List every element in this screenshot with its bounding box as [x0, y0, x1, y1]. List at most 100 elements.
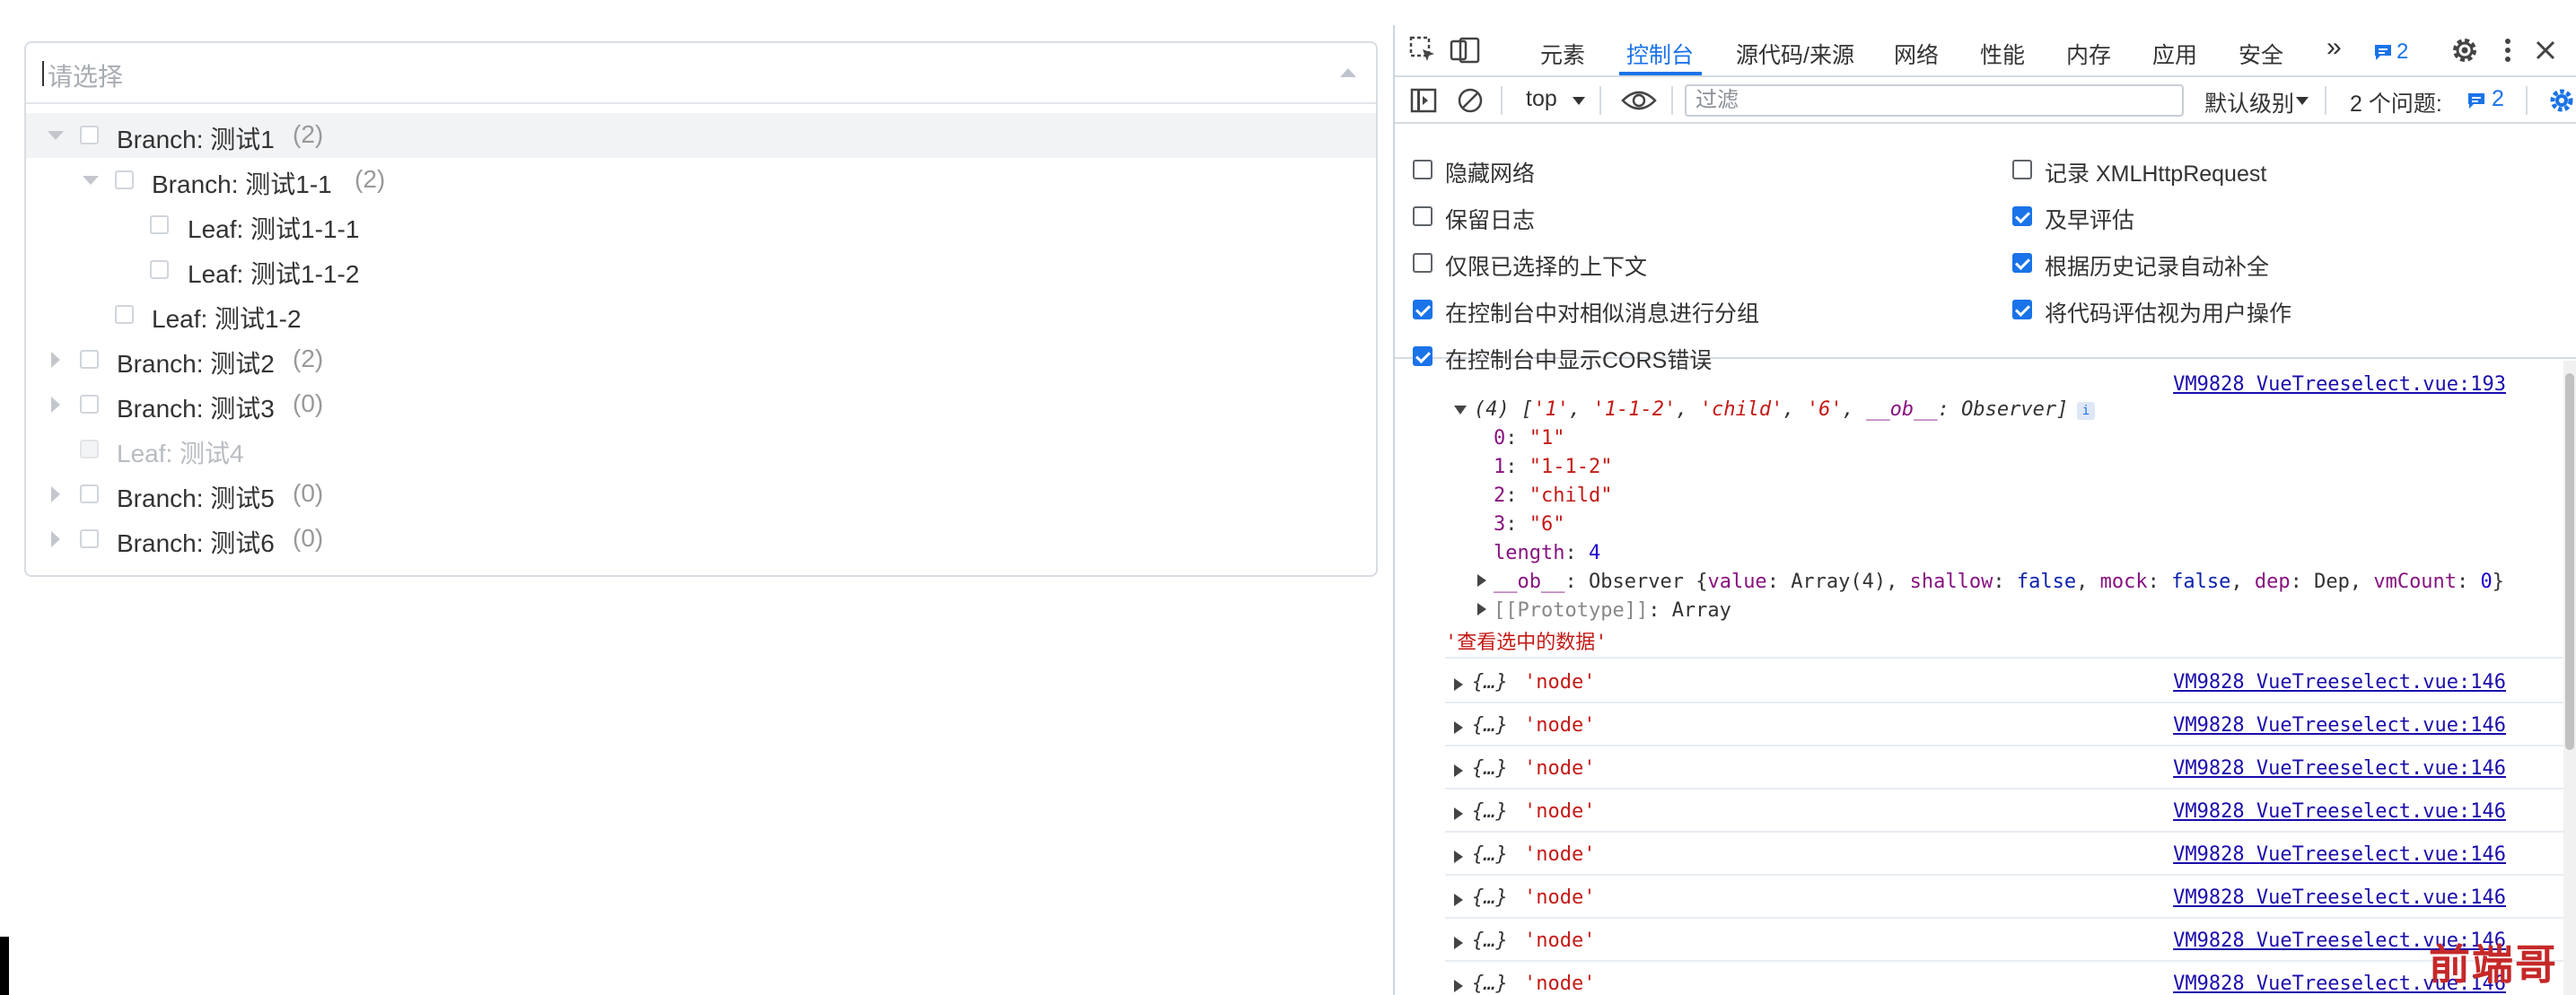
more-options-icon[interactable] — [2492, 34, 2524, 66]
option-checkbox[interactable] — [115, 305, 134, 324]
option-label: Leaf: 测试4 — [117, 440, 244, 467]
prototype-entry[interactable]: [[Prototype]]: Array — [1494, 599, 1731, 622]
level-dropdown-icon[interactable] — [2296, 97, 2309, 105]
option-label: Branch: 测试1 — [117, 126, 275, 153]
tab-security[interactable]: 安全 — [2239, 38, 2283, 70]
console-scrollbar-thumb[interactable] — [2565, 373, 2574, 750]
setting-checkbox-checked[interactable] — [1413, 300, 1433, 319]
tab-performance[interactable]: 性能 — [1980, 38, 2025, 70]
setting-checkbox-checked[interactable] — [2012, 300, 2032, 319]
setting-checkbox[interactable] — [1413, 160, 1433, 179]
issues-message-icon[interactable] — [2373, 43, 2393, 61]
console-settings-panel: 隐藏网络 保留日志 仅限已选择的上下文 在控制台中对相似消息进行分组 在控制台中… — [1395, 124, 2576, 373]
tab-memory[interactable]: 内存 — [2066, 38, 2111, 70]
settings-gear-icon[interactable] — [2449, 34, 2481, 66]
tree-option[interactable]: Leaf: 测试1-2 — [26, 292, 1376, 337]
option-count: (2) — [293, 345, 324, 372]
issues-count[interactable]: 2 — [2492, 86, 2504, 112]
tree-option[interactable]: Branch: 测试5 (0) — [26, 472, 1376, 517]
issues-message-icon[interactable] — [2466, 92, 2486, 109]
setting-checkbox[interactable] — [1413, 253, 1433, 273]
expand-toggle-icon[interactable] — [51, 352, 60, 368]
vue-treeselect[interactable]: 请选择 Branch: 测试1 (2) Branch: 测试1-1 (2) Le… — [24, 41, 1378, 577]
info-icon[interactable]: i — [2077, 402, 2095, 420]
tree-option[interactable]: Branch: 测试1-1 (2) — [26, 158, 1376, 203]
expand-toggle-icon[interactable] — [1454, 937, 1463, 949]
source-link[interactable]: VM9828 VueTreeselect.vue:193 — [2173, 373, 2506, 396]
option-checkbox[interactable] — [80, 395, 99, 414]
expand-toggle-icon[interactable] — [1454, 721, 1463, 734]
expand-toggle-icon[interactable] — [51, 397, 60, 413]
log-object[interactable]: {…} — [1472, 843, 1508, 866]
setting-checkbox-checked[interactable] — [2012, 253, 2032, 273]
log-object[interactable]: {…} — [1472, 757, 1508, 780]
clear-console-icon[interactable] — [1456, 86, 1485, 115]
live-expression-eye-icon[interactable] — [1621, 88, 1657, 113]
sidebar-toggle-icon[interactable] — [1409, 86, 1438, 115]
expand-toggle-icon[interactable] — [1454, 851, 1463, 863]
tree-option[interactable]: Leaf: 测试1-1-1 — [26, 203, 1376, 248]
tree-option[interactable]: Branch: 测试6 (0) — [26, 517, 1376, 562]
expand-toggle-icon[interactable] — [1454, 980, 1463, 992]
expand-toggle-icon[interactable] — [1454, 807, 1463, 820]
log-text: 'node' — [1524, 843, 1596, 866]
source-link[interactable]: VM9828 VueTreeselect.vue:146 — [2173, 843, 2506, 866]
issues-label[interactable]: 2 个问题: — [2350, 86, 2442, 118]
tab-network[interactable]: 网络 — [1894, 38, 1939, 70]
source-link[interactable]: VM9828 VueTreeselect.vue:146 — [2173, 757, 2506, 780]
expand-toggle-icon[interactable] — [1477, 574, 1486, 587]
device-toolbar-icon[interactable] — [1449, 34, 1481, 66]
collapse-toggle-icon[interactable] — [48, 131, 64, 140]
option-checkbox[interactable] — [150, 215, 169, 234]
context-dropdown-icon[interactable] — [1573, 97, 1585, 105]
expand-toggle-icon[interactable] — [51, 486, 60, 502]
inspect-element-icon[interactable] — [1407, 34, 1440, 66]
setting-checkbox[interactable] — [2012, 160, 2032, 179]
log-object[interactable]: {…} — [1472, 930, 1508, 952]
context-selector[interactable]: top — [1526, 86, 1557, 112]
source-link[interactable]: VM9828 VueTreeselect.vue:146 — [2173, 886, 2506, 909]
tree-option[interactable]: Branch: 测试2 (2) — [26, 337, 1376, 382]
tab-console[interactable]: 控制台 — [1626, 38, 1694, 70]
tree-option[interactable]: Leaf: 测试1-1-2 — [26, 248, 1376, 292]
expand-toggle-icon[interactable] — [1477, 603, 1486, 615]
log-level-dropdown[interactable]: 默认级别 — [2204, 86, 2294, 118]
log-object[interactable]: {…} — [1472, 671, 1508, 694]
expand-toggle-icon[interactable] — [1454, 764, 1463, 777]
tab-elements[interactable]: 元素 — [1540, 38, 1585, 70]
tree-option[interactable]: Branch: 测试1 (2) — [26, 113, 1376, 158]
tree-option[interactable]: Branch: 测试3 (0) — [26, 382, 1376, 427]
array-summary[interactable]: (4) ['1', '1-1-2', 'child', '6', __ob__:… — [1474, 398, 2068, 421]
source-link[interactable]: VM9828 VueTreeselect.vue:146 — [2173, 800, 2506, 823]
observer-summary[interactable]: __ob__: Observer {value: Array(4), shall… — [1494, 571, 2504, 593]
more-tabs-icon[interactable]: » — [2326, 32, 2342, 63]
expand-toggle-icon[interactable] — [1454, 678, 1463, 691]
option-checkbox[interactable] — [150, 260, 169, 279]
source-link[interactable]: VM9828 VueTreeselect.vue:146 — [2173, 671, 2506, 694]
log-object[interactable]: {…} — [1472, 973, 1508, 995]
setting-checkbox-checked[interactable] — [2012, 206, 2032, 226]
expand-toggle-icon[interactable] — [1454, 406, 1467, 415]
log-object[interactable]: {…} — [1472, 886, 1508, 909]
option-checkbox[interactable] — [80, 484, 99, 503]
tab-sources[interactable]: 源代码/来源 — [1736, 38, 1854, 70]
console-settings-gear-icon[interactable] — [2547, 86, 2576, 115]
tab-application[interactable]: 应用 — [2152, 38, 2197, 70]
console-filter-input[interactable] — [1685, 84, 2184, 117]
collapse-arrow-icon[interactable] — [1340, 68, 1356, 77]
option-checkbox[interactable] — [80, 529, 99, 548]
collapse-toggle-icon[interactable] — [83, 176, 99, 185]
source-link[interactable]: VM9828 VueTreeselect.vue:146 — [2173, 714, 2506, 737]
expand-toggle-icon[interactable] — [51, 531, 60, 547]
option-checkbox[interactable] — [80, 126, 99, 144]
option-checkbox[interactable] — [115, 170, 134, 189]
log-object[interactable]: {…} — [1472, 800, 1508, 823]
issues-count-badge[interactable]: 2 — [2396, 39, 2408, 65]
tree-option-disabled: Leaf: 测试4 — [26, 427, 1376, 472]
treeselect-control[interactable]: 请选择 — [26, 43, 1376, 104]
setting-checkbox[interactable] — [1413, 206, 1433, 226]
expand-toggle-icon[interactable] — [1454, 894, 1463, 906]
close-devtools-icon[interactable] — [2529, 34, 2562, 66]
option-checkbox[interactable] — [80, 350, 99, 369]
log-object[interactable]: {…} — [1472, 714, 1508, 737]
